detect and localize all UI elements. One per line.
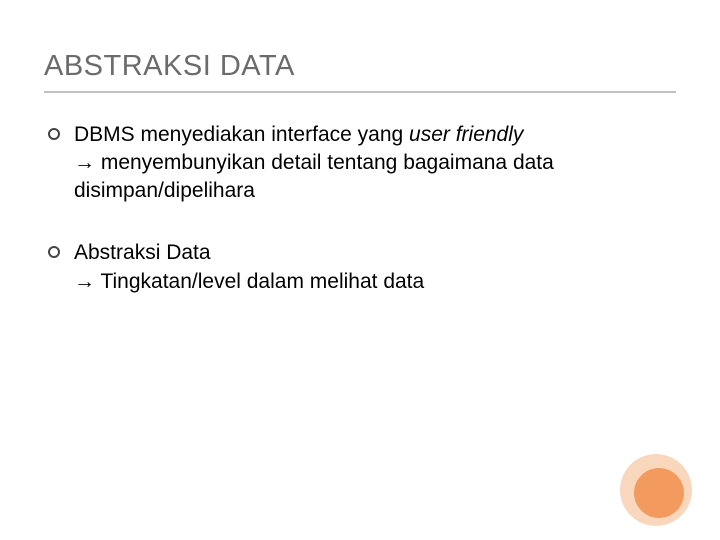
arrow-icon: → [74, 151, 95, 174]
text-segment: menyembunyikan detail tentang bagaimana … [74, 151, 554, 202]
bullet-item: Abstraksi Data → Tingkatan/level dalam m… [48, 239, 676, 295]
bullet-text: DBMS menyediakan interface yang user fri… [74, 121, 676, 205]
bullet-text: Abstraksi Data → Tingkatan/level dalam m… [74, 239, 676, 295]
decorative-circle [620, 454, 692, 526]
title-divider [44, 91, 676, 93]
text-segment: Abstraksi Data [74, 241, 211, 264]
text-italic: user friendly [409, 123, 523, 146]
arrow-icon: → [74, 270, 95, 293]
bullet-item: DBMS menyediakan interface yang user fri… [48, 121, 676, 205]
text-segment: DBMS menyediakan interface yang [74, 123, 409, 146]
bullet-marker-icon [48, 128, 60, 140]
text-segment: Tingkatan/level dalam melihat data [95, 270, 424, 293]
slide-content: DBMS menyediakan interface yang user fri… [44, 121, 676, 296]
bullet-marker-icon [48, 246, 60, 258]
slide-title: ABSTRAKSI DATA [44, 50, 676, 83]
decorative-circle-inner [634, 468, 684, 518]
slide: ABSTRAKSI DATA DBMS menyediakan interfac… [0, 0, 720, 540]
